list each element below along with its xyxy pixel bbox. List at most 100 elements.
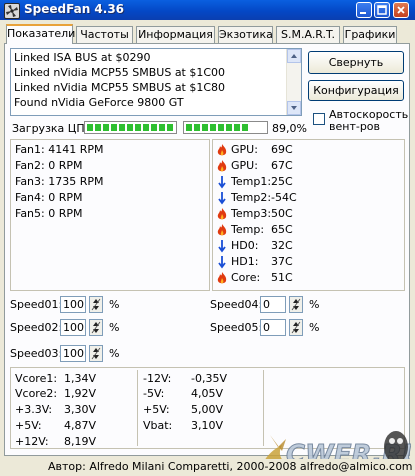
log-line: Linked nVidia MCP55 SMBUS at $1C00 [14,66,226,79]
voltage-value: 3,30V [64,403,97,416]
tab-charts[interactable]: Графики [343,26,397,43]
temp-value: 37C [271,255,293,268]
speed-spinner-icon[interactable] [89,345,103,362]
voltage-name: Vcore1: [15,372,58,385]
autospeed-label-line2: вент-ров [329,120,381,133]
temp-name: HD0: [231,239,259,252]
window-title: SpeedFan 4.36 [24,2,125,16]
fans-group: Fan1: 4141 RPM Fan2: 0 RPM Fan3: 1735 RP… [10,139,210,291]
voltage-name: +3.3V: [15,403,53,416]
voltage-value: 1,92V [64,387,97,400]
temp-value: 50C [271,207,293,220]
fan-app-icon [4,3,20,19]
cpu-usage-label: Загрузка ЦП [12,122,85,135]
flame-icon [217,272,227,288]
autospeed-checkbox[interactable] [313,113,325,125]
log-line: Found nVidia GeForce 9800 GT [14,96,184,109]
scroll-down-arrow-icon[interactable] [287,101,301,115]
temp-name: GPU: [231,143,258,156]
temp-name: Core: [231,271,261,284]
tab-smart[interactable]: S.M.A.R.T. [276,26,340,43]
fan-reading: Fan5: 0 RPM [15,207,83,220]
speed-spinner-icon[interactable] [89,296,103,313]
speed-value-input[interactable]: 0 [260,319,286,336]
configure-button[interactable]: Конфигурация [308,80,404,101]
temp-value: 25C [271,175,293,188]
temperatures-group: GPU: 69C GPU: 67C Temp1: 25C Temp2: -54C Temp3: 5… [212,139,405,291]
cpu-core2-fill [186,124,249,131]
cpu-core1-meter [84,121,177,134]
tab-exotics[interactable]: Экзотика [218,26,273,43]
speed-unit: % [309,298,320,311]
voltage-column-divider [137,370,138,446]
speed-label: Speed02: [10,321,63,334]
maximize-button[interactable] [374,2,390,18]
author-status-text: Автор: Alfredo Milani Comparetti, 2000-2… [48,460,413,473]
temp-name: Temp: [231,223,265,236]
flame-icon [217,144,227,160]
cpu-usage-percent: 89,0% [272,122,307,135]
voltage-value: 3,10V [191,419,224,432]
voltage-value: 4,87V [64,419,97,432]
speed-value-input[interactable]: 100 [60,296,86,313]
temp-name: GPU: [231,159,258,172]
flame-icon [217,224,227,240]
flame-icon [217,208,227,224]
log-list[interactable]: Linked ISA BUS at $0290 Linked nVidia MC… [10,48,302,116]
voltage-value: 1,34V [64,372,97,385]
fan-reading: Fan1: 4141 RPM [15,143,104,156]
log-scrollbar[interactable] [286,49,301,115]
arrow-down-icon [217,240,227,256]
speed-label: Speed01: [10,298,63,311]
autospeed-label: Автоскорость вент-ров [329,109,408,133]
minimize-button[interactable] [356,2,372,18]
speed-unit: % [109,347,120,360]
scroll-up-arrow-icon[interactable] [287,49,301,63]
voltage-name: +5V: [143,403,170,416]
temp-name: Temp2: [231,191,272,204]
speed-label: Speed05: [210,321,263,334]
temp-value: -54C [271,191,297,204]
collapse-button[interactable]: Свернуть [308,51,404,74]
log-line: Linked ISA BUS at $0290 [14,51,151,64]
voltage-value: 5,00V [191,403,224,416]
title-bar[interactable]: SpeedFan 4.36 [0,0,415,20]
speed-label: Speed03: [10,347,63,360]
voltage-name: -5V: [143,387,165,400]
temp-value: 32C [271,239,293,252]
temp-name: Temp1: [231,175,272,188]
voltage-name: -12V: [143,372,172,385]
tab-clocks[interactable]: Частоты [76,26,133,43]
temp-name: Temp3: [231,207,272,220]
cpu-core1-fill [87,124,174,131]
voltage-name: +12V: [15,435,49,448]
speed-unit: % [109,298,120,311]
speedfan-window: SpeedFan 4.36 Показатели Частоты Информа… [0,0,415,476]
voltage-value: 8,19V [64,435,97,448]
close-button[interactable] [393,2,409,18]
arrow-down-icon [217,176,227,192]
cpu-core2-meter [183,121,268,134]
flame-icon [217,160,227,176]
tab-info[interactable]: Информация [136,26,215,43]
temp-value: 51C [271,271,293,284]
speed-spinner-icon[interactable] [289,296,303,313]
speed-spinner-icon[interactable] [289,319,303,336]
speed-value-input[interactable]: 0 [260,296,286,313]
voltage-name: Vcore2: [15,387,58,400]
fan-reading: Fan3: 1735 RPM [15,175,104,188]
speed-spinner-icon[interactable] [89,319,103,336]
speed-unit: % [109,321,120,334]
voltage-value: 4,05V [191,387,224,400]
log-line: Linked nVidia MCP55 SMBUS at $1C80 [14,81,226,94]
fan-reading: Fan4: 0 RPM [15,191,83,204]
speed-value-input[interactable]: 100 [60,319,86,336]
temp-value: 65C [271,223,293,236]
tab-readings[interactable]: Показатели [6,24,75,44]
temp-value: 69C [271,143,293,156]
voltage-value: -0,35V [191,372,227,385]
arrow-down-icon [217,192,227,208]
speed-value-input[interactable]: 100 [60,345,86,362]
temp-name: HD1: [231,255,259,268]
speed-label: Speed04: [210,298,263,311]
